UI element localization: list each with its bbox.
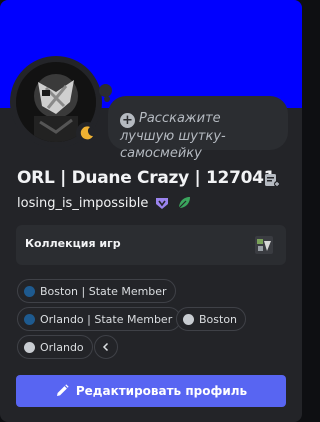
- role-chip-boston-state[interactable]: Boston | State Member: [17, 279, 176, 303]
- status-placeholder: Расскажите лучшую шутку-самосмейку: [120, 111, 226, 161]
- profile-card: + Расскажите лучшую шутку-самосмейку ORL …: [0, 0, 302, 422]
- edit-profile-label: Редактировать профиль: [75, 384, 248, 398]
- gta-v-icon: [255, 236, 273, 254]
- pencil-icon: [56, 384, 69, 396]
- role-chip-boston[interactable]: Boston: [176, 307, 247, 331]
- add-status-icon: +: [120, 113, 135, 128]
- role-color-dot: [24, 341, 35, 353]
- leaf-badge-icon[interactable]: [176, 195, 192, 211]
- username[interactable]: losing_is_impossible: [17, 196, 148, 211]
- chevron-left-icon: [102, 342, 109, 352]
- display-name-row: ORL | Duane Crazy | 127041: [17, 168, 275, 188]
- moon-icon: [79, 125, 95, 141]
- thought-bubble-dot-small: [104, 96, 110, 102]
- display-name[interactable]: ORL | Duane Crazy | 127041: [17, 168, 275, 188]
- username-row: losing_is_impossible: [17, 195, 192, 211]
- role-label: Boston: [199, 312, 238, 326]
- role-chip-orlando-state[interactable]: Orlando | State Member: [17, 307, 182, 331]
- game-collection-label: Коллекция игр: [25, 237, 121, 250]
- role-color-dot: [24, 313, 35, 325]
- custom-status-bubble[interactable]: + Расскажите лучшую шутку-самосмейку: [108, 96, 288, 161]
- role-label: Orlando | State Member: [40, 312, 173, 326]
- role-color-dot: [183, 313, 194, 325]
- role-label: Orlando: [40, 340, 84, 354]
- add-note-icon[interactable]: [264, 172, 280, 188]
- game-collection[interactable]: Коллекция игр: [16, 225, 286, 265]
- collapse-roles-button[interactable]: [94, 335, 118, 359]
- role-label: Boston | State Member: [40, 284, 167, 298]
- edit-profile-button[interactable]: Редактировать профиль: [16, 375, 286, 407]
- role-chip-orlando[interactable]: Orlando: [17, 335, 93, 359]
- role-color-dot: [24, 285, 35, 297]
- hypesquad-badge-icon[interactable]: [154, 195, 170, 211]
- status-indicator[interactable]: [76, 122, 98, 144]
